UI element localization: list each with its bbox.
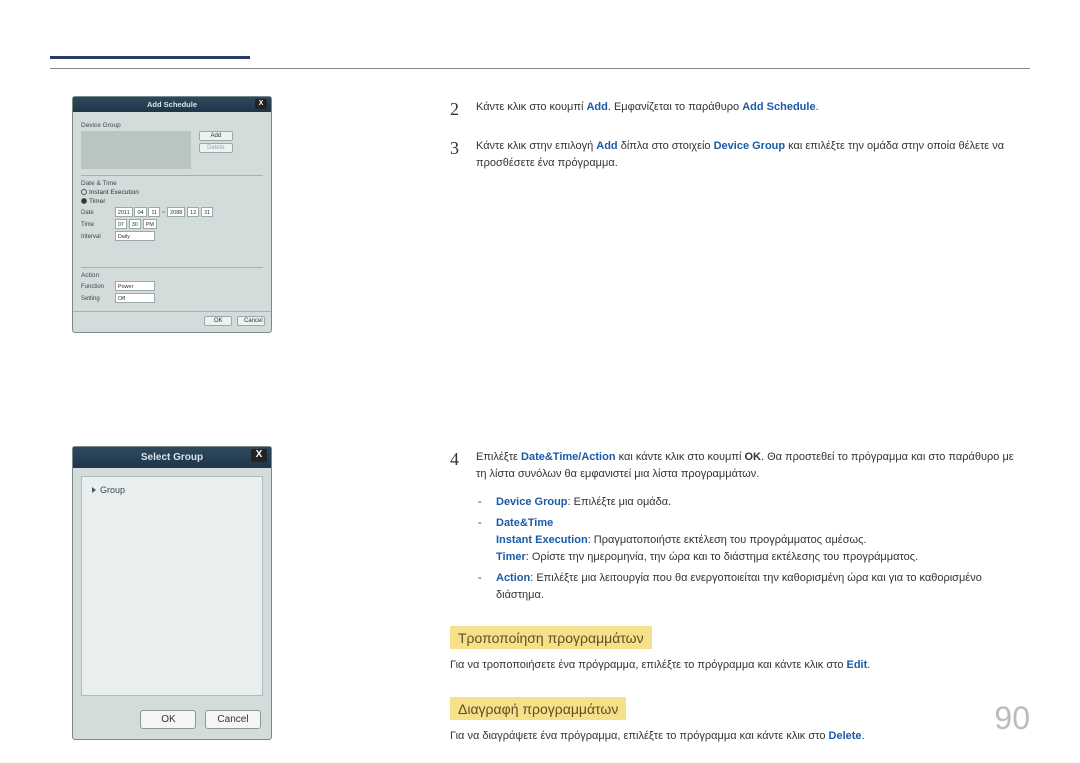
date-m1[interactable]: 04 [134, 207, 146, 217]
step-3: 3 Κάντε κλικ στην επιλογή Add δίπλα στο … [450, 135, 1020, 171]
timer-label: Timer [89, 198, 105, 205]
date-m2[interactable]: 12 [187, 207, 199, 217]
cancel-button[interactable]: Cancel [237, 316, 265, 326]
instructions-block-1: 2 Κάντε κλικ στο κουμπί Add. Εμφανίζεται… [450, 96, 1020, 183]
step-4: 4 Επιλέξτε Date&Time/Action και κάντε κλ… [450, 446, 1020, 482]
setting-label: Setting [81, 296, 113, 302]
date-d1[interactable]: 11 [148, 207, 160, 217]
select-group-screenshot: Select Group X Group OK Cancel [72, 446, 272, 740]
setting-select[interactable]: Off [115, 293, 155, 303]
interval-select[interactable]: Daily [115, 231, 155, 241]
paragraph-modify: Για να τροποποιήσετε ένα πρόγραμμα, επιλ… [450, 657, 1020, 675]
time-m[interactable]: 30 [129, 219, 141, 229]
paragraph-delete: Για να διαγράψετε ένα πρόγραμμα, επιλέξτ… [450, 728, 1020, 746]
cancel-button[interactable]: Cancel [205, 710, 261, 729]
dialog-title: Select Group X [73, 447, 271, 468]
step-2: 2 Κάντε κλικ στο κουμπί Add. Εμφανίζεται… [450, 96, 1020, 123]
date-y1[interactable]: 2011 [115, 207, 133, 217]
close-icon[interactable]: X [251, 449, 267, 462]
delete-button[interactable]: Delete [199, 143, 233, 153]
radio-timer[interactable] [81, 198, 87, 204]
time-ap[interactable]: PM [143, 219, 157, 229]
date-time-label: Date & Time [81, 180, 263, 187]
bullet-action: - Action: Επιλέξτε μια λειτουργία που θα… [478, 570, 1020, 604]
instant-execution-label: Instant Execution [89, 189, 139, 196]
time-h[interactable]: 07 [115, 219, 127, 229]
ok-button[interactable]: OK [204, 316, 232, 326]
radio-instant[interactable] [81, 189, 87, 195]
close-icon[interactable]: X [255, 99, 267, 109]
function-label: Function [81, 284, 113, 290]
heading-modify-programs: Τροποποίηση προγραμμάτων [450, 626, 652, 649]
time-label: Time [81, 222, 113, 228]
dialog-title: Add Schedule X [73, 97, 271, 112]
group-tree[interactable]: Group [81, 476, 263, 696]
device-group-label: Device Group [81, 122, 263, 129]
date-d2[interactable]: 31 [201, 207, 213, 217]
ok-button[interactable]: OK [140, 710, 196, 729]
interval-label: Interval [81, 234, 113, 240]
instructions-block-2: 4 Επιλέξτε Date&Time/Action και κάντε κλ… [450, 446, 1020, 749]
action-label: Action [81, 272, 263, 279]
bullet-device-group: - Device Group: Επιλέξτε μια ομάδα. [478, 494, 1020, 511]
tree-node-group[interactable]: Group [92, 485, 252, 495]
bullet-date-time: - Date&Time Instant Execution: Πραγματοπ… [478, 515, 1020, 566]
device-group-list[interactable] [81, 131, 191, 169]
add-schedule-screenshot: Add Schedule X Device Group Add Delete D… [72, 96, 272, 333]
add-button[interactable]: Add [199, 131, 233, 141]
date-y2[interactable]: 2088 [167, 207, 185, 217]
date-label: Date [81, 210, 113, 216]
function-select[interactable]: Power [115, 281, 155, 291]
heading-delete-programs: Διαγραφή προγραμμάτων [450, 697, 626, 720]
